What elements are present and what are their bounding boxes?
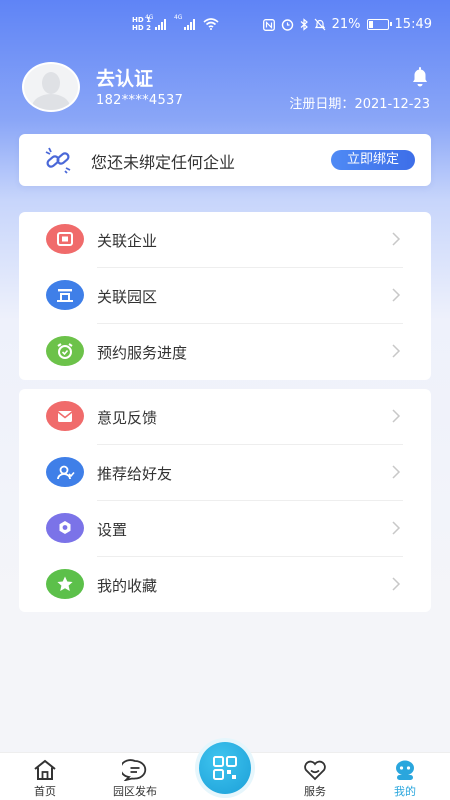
menu-item-feedback[interactable]: 意见反馈 [19,389,431,445]
scan-qr-button[interactable] [199,742,251,794]
menu-group-associations: 关联企业 关联园区 预约服务进度 [19,212,431,380]
signal-2-icon: 4G [174,14,195,30]
company-icon [46,224,84,254]
register-date: 注册日期：2021-12-23 [289,93,430,112]
network-2-label: 4G [173,14,183,21]
register-date-label: 注册日期： [289,97,355,112]
chevron-right-icon [392,465,401,479]
chevron-right-icon [392,577,401,591]
alarm-clock-icon [46,336,84,366]
menu-item-label: 预约服务进度 [97,344,188,362]
menu-item-label: 推荐给好友 [97,465,173,483]
chevron-right-icon [392,344,401,358]
bluetooth-icon [300,18,308,31]
wifi-icon [203,18,219,30]
settings-gear-icon [46,513,84,543]
alarm-icon [281,19,293,31]
robot-user-icon [396,760,414,780]
go-verify-link[interactable]: 去认证 [96,64,153,91]
user-phone: 182****4537 [96,93,184,108]
nav-mine-label: 我的 [394,785,416,798]
park-icon [46,280,84,310]
menu-item-label: 意见反馈 [97,409,158,427]
battery-percent: 21% [331,17,361,32]
menu-item-label: 我的收藏 [97,577,158,595]
nav-home[interactable]: 首页 [10,759,80,799]
menu-item-related-company[interactable]: 关联企业 [19,212,431,268]
nfc-icon [262,18,275,31]
nav-park-post[interactable]: 园区发布 [100,759,170,799]
chat-bubble-icon [122,759,147,781]
chevron-right-icon [392,288,401,302]
notification-bell-icon[interactable] [410,66,430,88]
nav-park-post-label: 园区发布 [113,785,157,798]
bind-enterprise-text: 您还未绑定任何企业 [91,153,236,172]
menu-item-label: 关联园区 [97,288,158,306]
clock-time: 15:49 [394,17,432,32]
heart-icon [304,760,326,781]
nav-service[interactable]: 服务 [280,759,350,799]
recommend-user-icon [46,457,84,487]
battery-icon [366,19,392,30]
menu-group-general: 意见反馈 推荐给好友 设置 我的收藏 [19,389,431,612]
menu-item-settings[interactable]: 设置 [19,501,431,557]
register-date-value: 2021-12-23 [354,97,430,112]
nav-mine[interactable]: 我的 [370,759,440,799]
bind-now-button[interactable]: 立即绑定 [331,150,415,170]
battery-fill [368,21,373,28]
menu-item-related-park[interactable]: 关联园区 [19,268,431,324]
chevron-right-icon [392,232,401,246]
signal-indicators: HD 1 HD 2 4G 4G [132,14,219,32]
nav-service-label: 服务 [304,785,326,798]
bind-enterprise-card: 您还未绑定任何企业 立即绑定 [19,134,431,186]
menu-item-label: 设置 [97,521,128,539]
avatar[interactable] [22,62,80,112]
home-icon [34,759,56,780]
menu-item-service-progress[interactable]: 预约服务进度 [19,324,431,380]
feedback-mail-icon [46,401,84,431]
qr-code-icon [213,756,237,780]
nav-home-label: 首页 [34,785,56,798]
system-indicators: 21% 15:49 [262,17,432,32]
mute-bell-icon [314,18,326,31]
chevron-right-icon [392,521,401,535]
status-bar: HD 1 HD 2 4G 4G 21% 15:49 [0,0,450,50]
menu-item-recommend-friends[interactable]: 推荐给好友 [19,445,431,501]
menu-item-favorites[interactable]: 我的收藏 [19,557,431,613]
chevron-right-icon [392,409,401,423]
menu-item-label: 关联企业 [97,232,158,250]
signal-1-icon: 4G [145,14,166,30]
hd2-label: HD 2 [132,24,151,32]
broken-link-icon [45,147,71,174]
network-1-label: 4G [144,14,154,21]
favorite-star-icon [46,569,84,599]
